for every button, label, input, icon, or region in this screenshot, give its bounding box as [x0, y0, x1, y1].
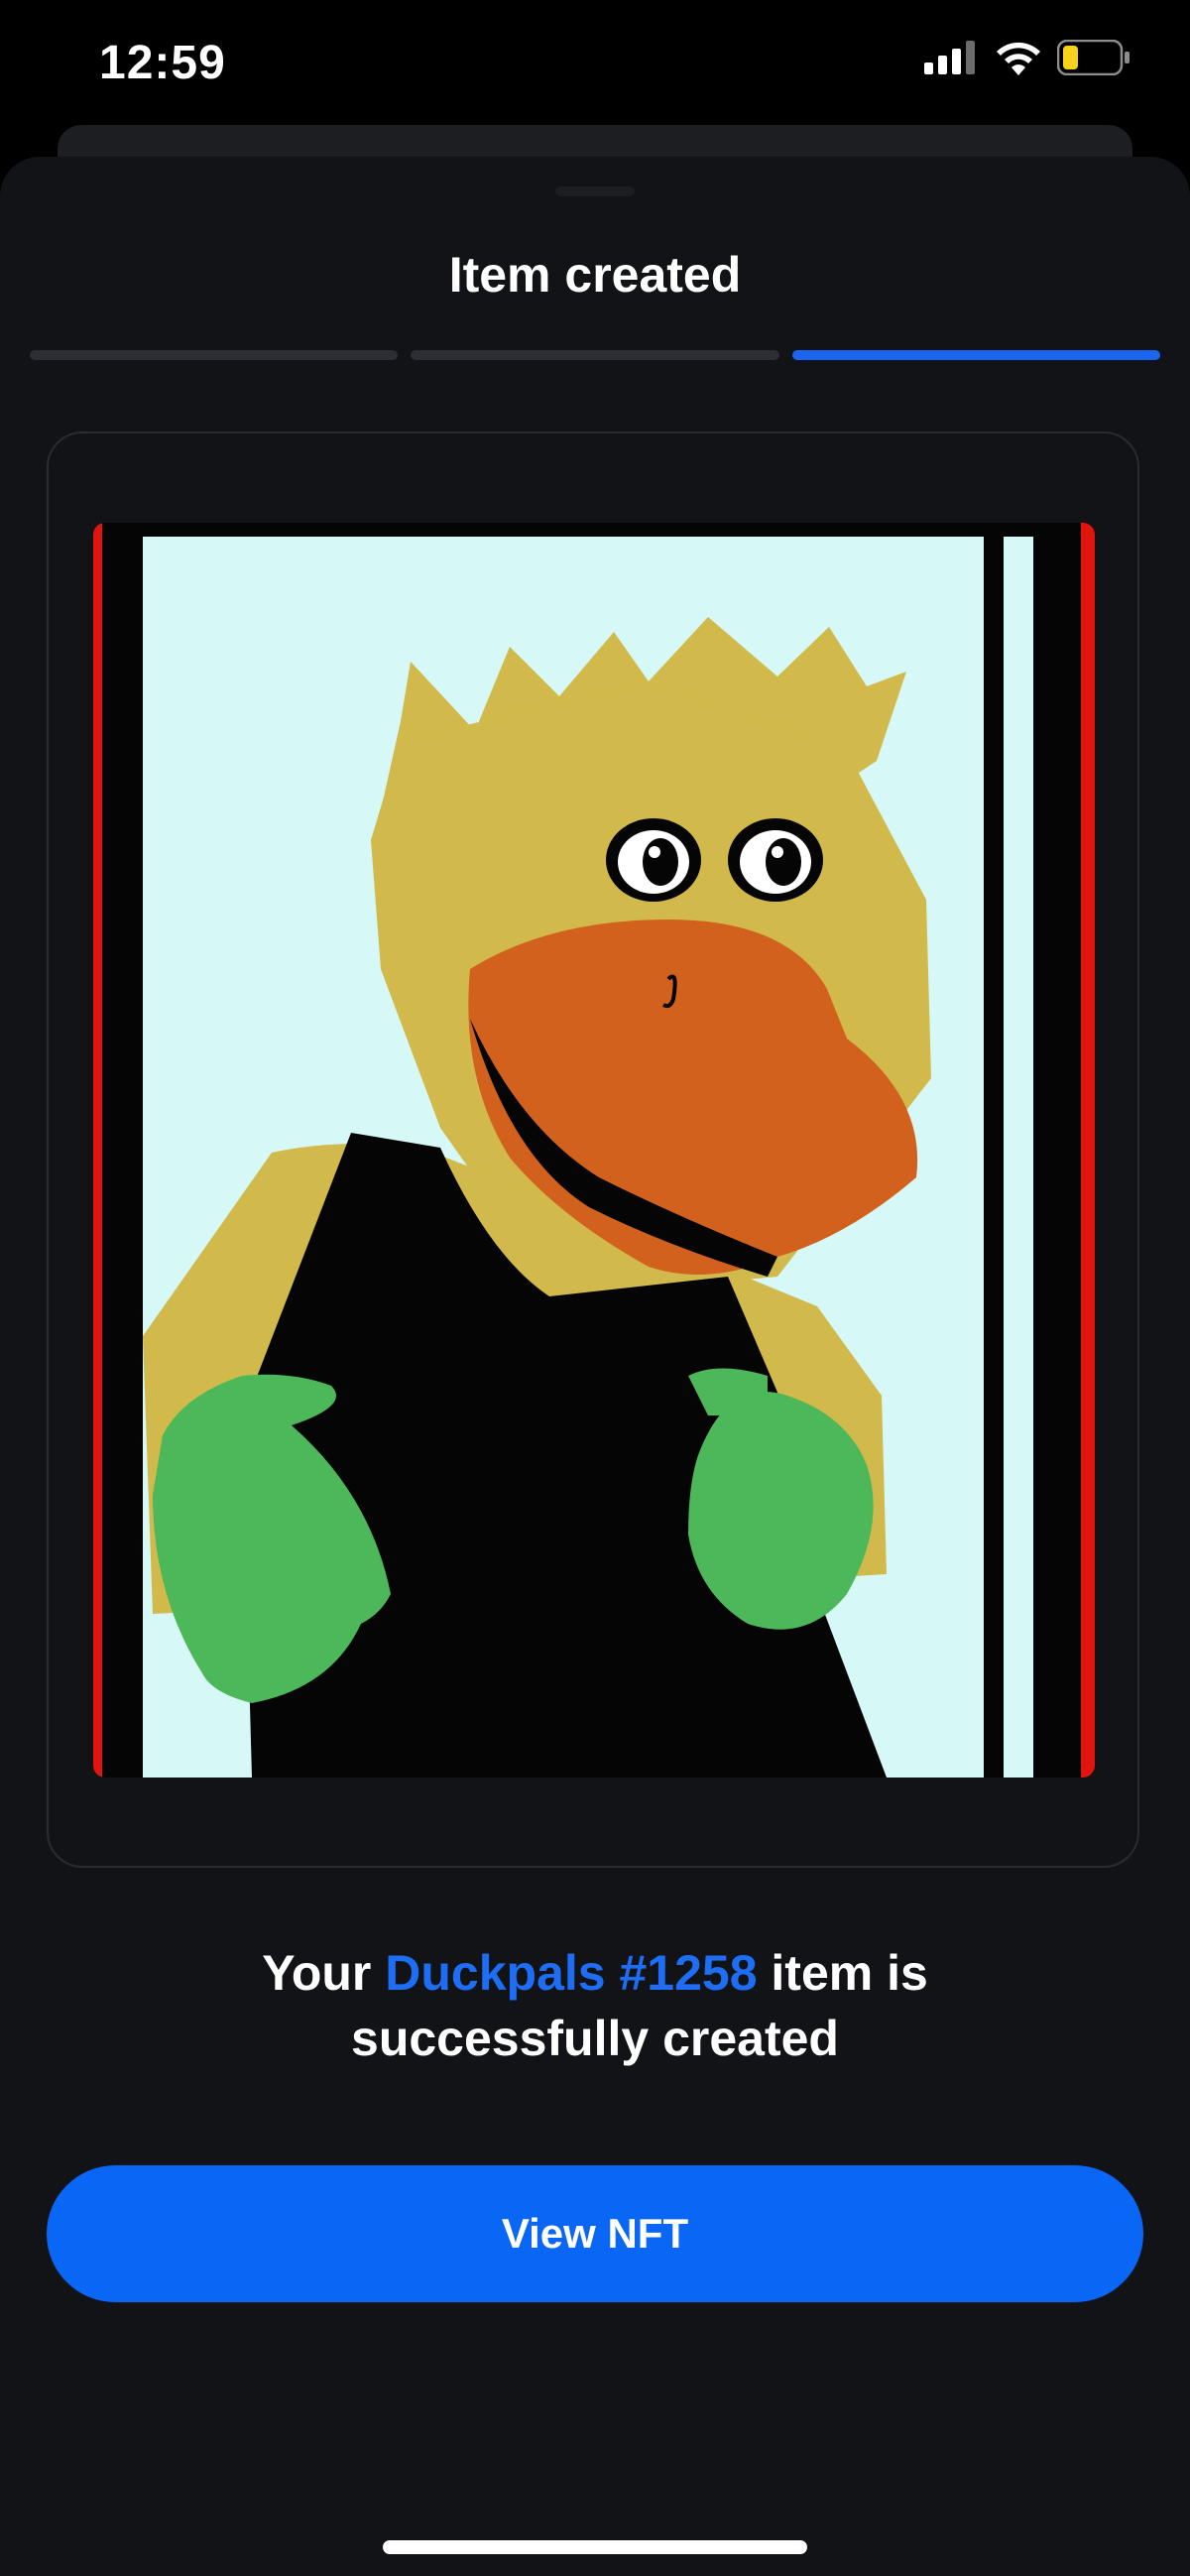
- progress-step-2: [411, 350, 779, 360]
- sheet-grabber[interactable]: [555, 186, 635, 196]
- success-message: Your Duckpals #1258 item is successfully…: [0, 1940, 1190, 2071]
- nft-collection-link[interactable]: Duckpals #1258: [385, 1945, 757, 2001]
- cellular-signal-icon: [924, 41, 975, 74]
- progress-step-3: [791, 350, 1160, 360]
- step-progress: [30, 350, 1160, 360]
- battery-icon: [1057, 40, 1130, 75]
- view-nft-button[interactable]: View NFT: [47, 2165, 1143, 2302]
- nft-image-card: [47, 431, 1139, 1868]
- sheet-title: Item created: [448, 247, 742, 303]
- bottom-sheet: Item created Your Duckpals #1258 item is…: [0, 157, 1190, 2576]
- home-indicator[interactable]: [383, 2540, 807, 2554]
- status-bar: 12:59: [0, 0, 1190, 129]
- progress-step-1: [30, 350, 399, 360]
- nft-image: [93, 523, 1095, 1778]
- status-time: 12:59: [99, 37, 226, 89]
- message-line2: successfully created: [351, 2011, 839, 2066]
- message-prefix: Your: [262, 1945, 386, 2001]
- message-suffix: item is: [757, 1945, 928, 2001]
- status-icons: [924, 40, 1130, 75]
- wifi-icon: [997, 42, 1040, 75]
